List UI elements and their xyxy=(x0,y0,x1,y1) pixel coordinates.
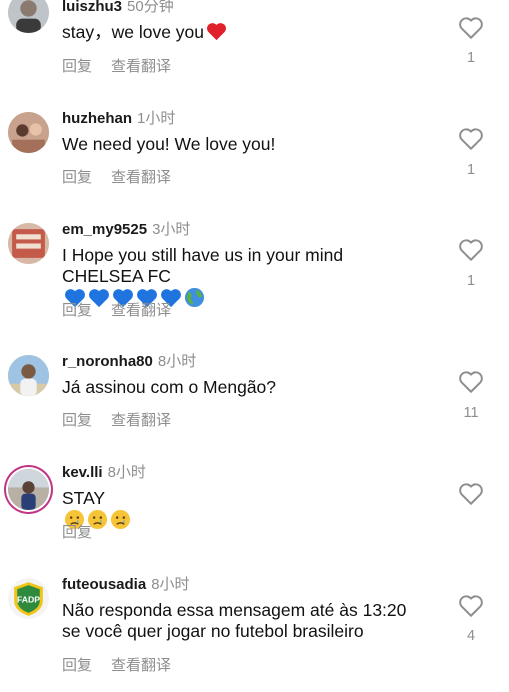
crying-face-emoji-icon xyxy=(110,509,131,535)
like-count: 1 xyxy=(466,273,476,289)
username[interactable]: kev.lli xyxy=(62,464,103,481)
comment-text: Não responda essa mensagem até às 13:20 … xyxy=(62,600,407,641)
see-translation-button[interactable]: 查看翻译 xyxy=(111,412,171,429)
like-count: 11 xyxy=(463,405,479,421)
username[interactable]: em_my9525 xyxy=(62,221,147,238)
comment-text: stay，we love you xyxy=(62,22,462,46)
avatar-logo-text: FADP xyxy=(17,595,40,605)
see-translation-button[interactable]: 查看翻译 xyxy=(111,169,171,186)
like-count: 1 xyxy=(466,162,476,178)
heart-outline-icon[interactable] xyxy=(458,16,484,40)
username[interactable]: luiszhu3 xyxy=(62,0,122,15)
see-translation-button[interactable]: 查看翻译 xyxy=(111,58,171,75)
comment-text-content: stay，we love you xyxy=(62,22,205,42)
red-heart-emoji-icon xyxy=(206,22,227,46)
reply-button[interactable]: 回复 xyxy=(62,169,92,186)
avatar[interactable]: FADP xyxy=(8,578,49,619)
username[interactable]: futeousadia xyxy=(62,576,146,593)
reply-button[interactable]: 回复 xyxy=(62,302,92,319)
heart-outline-icon[interactable] xyxy=(458,370,484,394)
timestamp: 8小时 xyxy=(151,576,190,593)
username[interactable]: r_noronha80 xyxy=(62,353,153,370)
username[interactable]: huzhehan xyxy=(62,110,132,127)
avatar[interactable] xyxy=(8,355,49,396)
reply-button[interactable]: 回复 xyxy=(62,657,92,674)
comment-text: We need you! We love you! xyxy=(62,134,276,154)
timestamp: 50分钟 xyxy=(127,0,174,15)
comment-text-content: STAY xyxy=(62,488,106,508)
heart-outline-icon[interactable] xyxy=(458,482,484,506)
comment-text: STAY xyxy=(62,488,462,535)
see-translation-button[interactable]: 查看翻译 xyxy=(111,657,171,674)
comment-text: Já assinou com o Mengão? xyxy=(62,377,277,397)
heart-outline-icon[interactable] xyxy=(458,594,484,618)
like-count: 1 xyxy=(466,50,476,66)
avatar[interactable] xyxy=(8,223,49,264)
reply-button[interactable]: 回复 xyxy=(62,412,92,429)
comment-text-content: I Hope you still have us in your mind CH… xyxy=(62,245,344,286)
timestamp: 3小时 xyxy=(152,221,191,238)
timestamp: 8小时 xyxy=(157,353,197,370)
see-translation-button[interactable]: 查看翻译 xyxy=(111,302,171,319)
like-count: 4 xyxy=(466,628,476,644)
reply-button[interactable]: 回复 xyxy=(62,58,92,75)
timestamp: 1小时 xyxy=(137,110,176,127)
avatar[interactable] xyxy=(8,112,49,153)
avatar[interactable] xyxy=(8,469,49,510)
heart-outline-icon[interactable] xyxy=(458,127,484,151)
reply-button[interactable]: 回复 xyxy=(62,524,92,541)
timestamp: 8小时 xyxy=(107,464,146,481)
heart-outline-icon[interactable] xyxy=(458,238,484,262)
avatar[interactable] xyxy=(8,0,49,33)
